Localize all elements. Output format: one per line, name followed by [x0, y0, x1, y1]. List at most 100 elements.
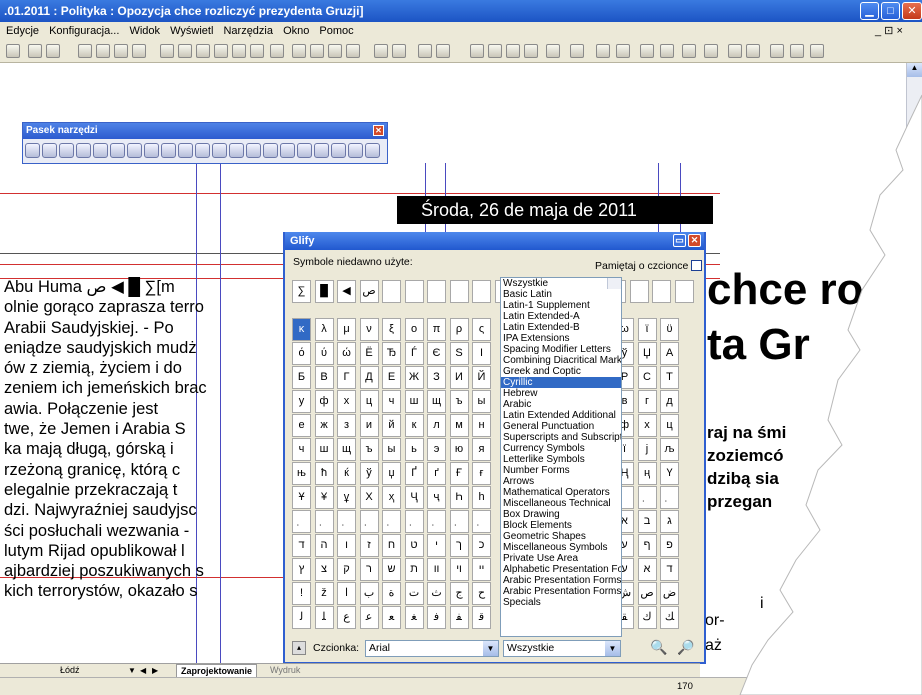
zoom-out-icon[interactable]: 🔎	[677, 639, 694, 656]
category-option[interactable]: IPA Extensions	[501, 333, 621, 344]
glyph-cell[interactable]: ы	[382, 438, 401, 461]
glyph-cell[interactable]: ц	[660, 414, 679, 437]
floating-tool-icon[interactable]	[93, 143, 108, 158]
glyph-cell[interactable]: ч	[292, 438, 311, 461]
floating-toolbar-titlebar[interactable]: Pasek narzędzi ✕	[23, 123, 387, 139]
glyph-cell[interactable]: ו	[337, 534, 356, 557]
glyph-cell[interactable]: פ	[660, 534, 679, 557]
category-option[interactable]: General Punctuation	[501, 421, 621, 432]
glyph-cell[interactable]: Ұ	[292, 486, 311, 509]
floating-tool-icon[interactable]	[161, 143, 176, 158]
floating-tool-icon[interactable]	[25, 143, 40, 158]
category-option[interactable]: Arrows	[501, 476, 621, 487]
glyph-cell[interactable]: ο	[404, 318, 424, 341]
toolbar-tool-icon[interactable]	[160, 44, 174, 58]
category-option[interactable]: Latin Extended-B	[501, 322, 621, 333]
mdi-controls[interactable]: _ ⊡ ×	[875, 22, 903, 41]
glyph-cell[interactable]: ж	[314, 414, 334, 437]
toolbar-tool-icon[interactable]	[310, 44, 324, 58]
menu-window[interactable]: Okno	[283, 25, 309, 37]
glyph-cell[interactable]: ח	[382, 534, 401, 557]
glyph-cell[interactable]: г	[637, 390, 657, 413]
glyph-cell[interactable]: ξ	[382, 318, 401, 341]
glyph-cell[interactable]: ב	[637, 510, 657, 533]
glyph-cell[interactable]: њ	[292, 462, 311, 485]
glyph-cell[interactable]: и	[359, 414, 379, 437]
glyph-cell[interactable]: ﻠ	[314, 606, 334, 629]
category-option[interactable]: Hebrew	[501, 388, 621, 399]
floating-tool-icon[interactable]	[314, 143, 329, 158]
glyph-cell[interactable]: х	[637, 414, 657, 437]
glyph-cell[interactable]: π	[427, 318, 446, 341]
toolbar-tool-icon[interactable]	[250, 44, 264, 58]
glyph-cell[interactable]: ґ	[427, 462, 446, 485]
glyph-cell[interactable]: ̣	[292, 510, 311, 533]
glyph-cell[interactable]: ض	[660, 582, 679, 605]
glyph-cell[interactable]: ̣	[660, 486, 679, 509]
glyph-cell[interactable]: ς	[472, 318, 491, 341]
category-option[interactable]: Arabic Presentation Forms-A	[501, 575, 621, 586]
subset-select[interactable]: Wszystkie ▼	[503, 640, 621, 657]
glyph-cell[interactable]: з	[337, 414, 356, 437]
glyph-cell[interactable]: !	[292, 582, 311, 605]
glyph-cell[interactable]: ϊ	[637, 318, 657, 341]
subhead-line[interactable]: raj na śmi	[707, 423, 786, 443]
category-option[interactable]: Geometric Shapes	[501, 531, 621, 542]
glyph-cell[interactable]: Χ	[359, 486, 379, 509]
glyph-cell[interactable]: х	[337, 390, 356, 413]
headline-line-2[interactable]: ta Gr	[707, 320, 810, 370]
glyph-cell[interactable]: А	[660, 342, 679, 365]
glyph-cell[interactable]: В	[314, 366, 334, 389]
close-button[interactable]: ✕	[902, 2, 922, 20]
toolbar-tool-icon[interactable]	[28, 44, 42, 58]
glyph-cell[interactable]: ќ	[337, 462, 356, 485]
subhead-line[interactable]: przegan	[707, 492, 772, 512]
glyph-cell[interactable]: ώ	[337, 342, 356, 365]
glyph-cell[interactable]: ҷ	[427, 486, 446, 509]
glyph-cell[interactable]: ј	[637, 438, 657, 461]
date-banner[interactable]: Środa, 26 de maja de 2011	[397, 196, 713, 224]
toolbar-tool-icon[interactable]	[546, 44, 560, 58]
toolbar-tool-icon[interactable]	[232, 44, 246, 58]
recent-symbol-cell[interactable]	[472, 280, 491, 303]
toolbar-tool-icon[interactable]	[596, 44, 610, 58]
glyph-cell[interactable]: ̣	[449, 510, 469, 533]
category-option[interactable]: Latin Extended-A	[501, 311, 621, 322]
remember-font-option[interactable]: Pamiętaj o czcionce	[595, 260, 703, 272]
category-list-scrollbar[interactable]	[607, 278, 621, 289]
glyph-cell[interactable]: ̣	[637, 486, 657, 509]
chevron-down-icon[interactable]: ▼	[128, 664, 136, 677]
category-option[interactable]: Latin Extended Additional	[501, 410, 621, 421]
glyph-cell[interactable]: ﻗ	[472, 606, 491, 629]
glyph-cell[interactable]: Ҷ	[404, 486, 424, 509]
category-option[interactable]: Box Drawing	[501, 509, 621, 520]
toolbar-tool-icon[interactable]	[292, 44, 306, 58]
menu-tools[interactable]: Narzędzia	[223, 25, 273, 37]
glyph-cell[interactable]: ң	[637, 462, 657, 485]
category-option[interactable]: Basic Latin	[501, 289, 621, 300]
menu-editions[interactable]: Edycje	[6, 25, 39, 37]
glyph-cell[interactable]: ت	[404, 582, 424, 605]
glyph-cell[interactable]: э	[427, 438, 446, 461]
glyph-cell[interactable]: Ѓ	[404, 342, 424, 365]
category-option[interactable]: Miscellaneous Symbols	[501, 542, 621, 553]
glyphs-dialog-titlebar[interactable]: Glify ▭ ✕	[285, 232, 704, 250]
glyph-cell[interactable]: Б	[292, 366, 311, 389]
glyph-cell[interactable]: е	[292, 414, 311, 437]
recent-symbol-cell[interactable]	[674, 280, 694, 303]
recent-symbol-cell[interactable]	[427, 280, 446, 303]
glyph-cell[interactable]: ̣	[382, 510, 401, 533]
glyph-cell[interactable]: װ	[427, 558, 446, 581]
maximize-button[interactable]: □	[881, 2, 900, 20]
glyph-cell[interactable]: ﻌ	[382, 606, 401, 629]
menu-help[interactable]: Pomoc	[319, 25, 353, 37]
glyph-cell[interactable]: ט	[404, 534, 424, 557]
floating-tool-icon[interactable]	[76, 143, 91, 158]
glyph-cell[interactable]: Ґ	[404, 462, 424, 485]
glyph-cell[interactable]: ﻔ	[449, 606, 469, 629]
toolbar-tool-icon[interactable]	[436, 44, 450, 58]
category-option[interactable]: Combining Diacritical Marks	[501, 355, 621, 366]
toolbar-tool-icon[interactable]	[746, 44, 760, 58]
glyph-cell[interactable]: ̣	[359, 510, 379, 533]
toolbar-tool-icon[interactable]	[132, 44, 146, 58]
